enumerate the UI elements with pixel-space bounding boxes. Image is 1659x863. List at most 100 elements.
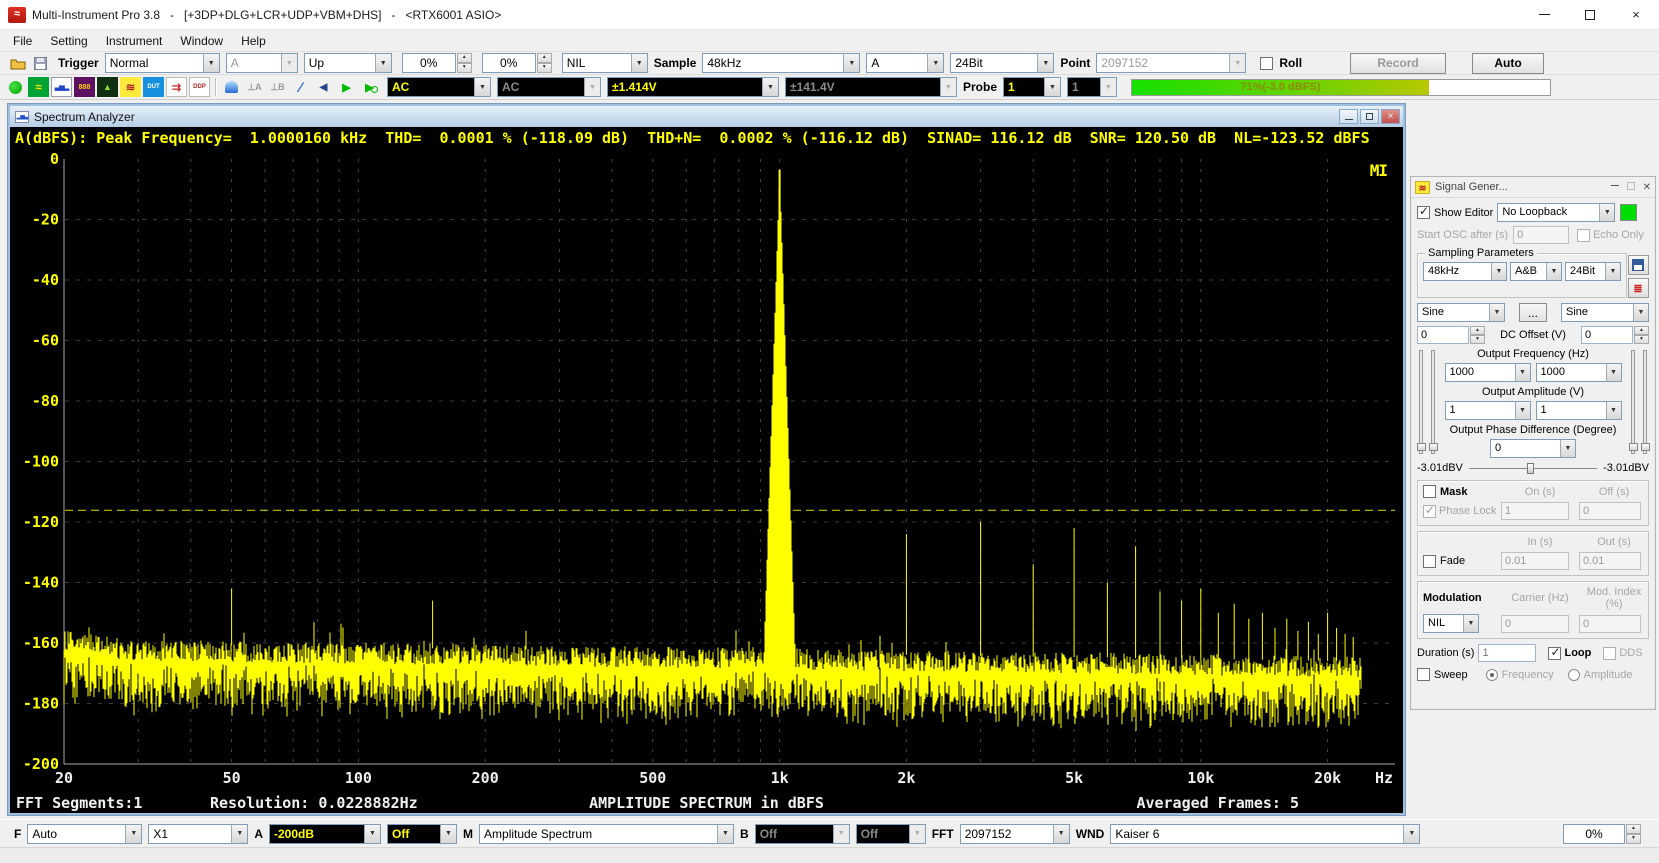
probe-a-select[interactable]: 1▼ (1003, 77, 1061, 97)
output-phase-select[interactable]: 0▼ (1490, 439, 1576, 458)
echo-only-checkbox (1577, 229, 1590, 242)
waveform-more-button[interactable]: ... (1519, 303, 1547, 322)
svg-text:-160: -160 (23, 634, 59, 652)
duration-input[interactable]: 1 (1478, 644, 1536, 662)
modulation-type-select[interactable]: NIL▼ (1423, 614, 1479, 633)
sound-card-icon[interactable]: ◀ (313, 77, 334, 97)
siggen-close-button[interactable]: ✕ (1643, 182, 1651, 193)
dc-offset-b-input[interactable]: 0 (1581, 326, 1633, 344)
waveform-a-select[interactable]: Sine▼ (1417, 303, 1505, 322)
sweep-label: Sweep (1434, 669, 1468, 681)
output-frequency-a-select[interactable]: 1000▼ (1445, 363, 1531, 382)
auto-button[interactable]: Auto (1472, 53, 1544, 74)
mask-checkbox[interactable] (1423, 485, 1436, 498)
signal-generator-icon[interactable]: ≈ (28, 77, 49, 97)
roll-checkbox[interactable] (1260, 57, 1273, 70)
point-count-select: 2097152▼ (1096, 53, 1246, 73)
multimeter-icon[interactable]: 888 (74, 77, 95, 97)
level-left-label: -3.01dBV (1417, 462, 1463, 474)
fade-checkbox[interactable] (1423, 555, 1436, 568)
spectrum-window-titlebar[interactable]: ▂▅▃ Spectrum Analyzer × (10, 106, 1403, 127)
close-button[interactable]: × (1613, 0, 1659, 29)
display-mode-select[interactable]: Amplitude Spectrum▼ (479, 824, 734, 844)
overlap-spinner[interactable]: 0%▲▼ (1563, 824, 1641, 844)
sweep-checkbox[interactable] (1417, 668, 1430, 681)
menu-item-help[interactable]: Help (232, 32, 275, 50)
window-function-select[interactable]: Kaiser 6▼ (1110, 824, 1420, 844)
siggen-run-indicator[interactable] (1620, 204, 1637, 221)
amplitude-slider-b[interactable] (1643, 350, 1647, 454)
counter-icon[interactable] (221, 77, 242, 97)
menu-item-instrument[interactable]: Instrument (97, 32, 172, 50)
fft-size-select[interactable]: 2097152▼ (960, 824, 1070, 844)
siggen-minimize-button[interactable] (1611, 182, 1619, 193)
waveform-b-select[interactable]: Sine▼ (1561, 303, 1649, 322)
spectrum-plot[interactable]: 20501002005001k2k5k10k20kHz0-20-40-60-80… (10, 149, 1403, 794)
bit-depth-select[interactable]: 24Bit▼ (950, 53, 1054, 73)
maximize-button[interactable] (1567, 0, 1613, 29)
reference-b-icon[interactable]: ⊥B (267, 77, 288, 97)
frequency-axis-mode-select[interactable]: Auto▼ (27, 824, 142, 844)
siggen-maximize-button[interactable] (1627, 182, 1635, 193)
spectrum-minimize-button[interactable] (1339, 109, 1358, 124)
toolbar-separator (215, 78, 216, 96)
trigger-mode-select[interactable]: Normal▼ (105, 53, 220, 73)
data-logger-icon[interactable]: ≋ (120, 77, 141, 97)
siggen-bits-select[interactable]: 24Bit▼ (1565, 262, 1621, 281)
output-frequency-b-select[interactable]: 1000▼ (1536, 363, 1622, 382)
device-test-plan-icon[interactable]: ⇉ (166, 77, 187, 97)
open-file-icon[interactable] (7, 53, 28, 73)
frequency-slider-b[interactable] (1631, 350, 1635, 454)
siggen-channel-config-button[interactable]: ≣ (1628, 278, 1649, 298)
loop-checkbox[interactable] (1548, 647, 1561, 660)
input-level-meter: 71%(-3.0 dBFS) (1131, 79, 1551, 96)
menu-item-file[interactable]: File (4, 32, 41, 50)
amplitude-slider-a[interactable] (1419, 350, 1423, 454)
run-hold-icon[interactable]: ▶ (359, 77, 380, 97)
output-amplitude-b-select[interactable]: 1▼ (1536, 401, 1622, 420)
svg-text:-20: -20 (32, 211, 59, 229)
siggen-titlebar[interactable]: ≋ Signal Gener... ✕ (1411, 177, 1655, 198)
reference-a-icon[interactable]: ⊥A (244, 77, 265, 97)
run-icon[interactable]: ▶ (336, 77, 357, 97)
hpf-select[interactable]: NIL▼ (562, 53, 648, 73)
spectrum-3d-plot-icon[interactable]: ▲ (97, 77, 118, 97)
output-amplitude-a-select[interactable]: 1▼ (1445, 401, 1531, 420)
show-editor-checkbox[interactable] (1417, 206, 1430, 219)
trigger-delay-spinner[interactable]: 0%▲▼ (482, 53, 552, 73)
menu-item-window[interactable]: Window (171, 32, 232, 50)
minimize-button[interactable] (1521, 0, 1567, 29)
siggen-save-button[interactable] (1628, 255, 1649, 275)
spectrum-analyzer-icon[interactable]: ▃▅▂ (51, 77, 72, 97)
mod-index-input: 0 (1579, 615, 1641, 633)
dut-icon[interactable]: DUT (143, 77, 164, 97)
range-a-select[interactable]: ±1.414V▼ (607, 77, 779, 97)
spectrum-close-button[interactable]: × (1381, 109, 1400, 124)
trigger-level-spinner[interactable]: 0%▲▼ (402, 53, 472, 73)
spectrum-restore-button[interactable] (1360, 109, 1379, 124)
ddp-viewer-icon[interactable]: DDP (189, 77, 210, 97)
sample-rate-select[interactable]: 48kHz▼ (702, 53, 860, 73)
save-file-icon[interactable] (30, 53, 51, 73)
frequency-slider-a[interactable] (1431, 350, 1435, 454)
view-toolbar: F Auto▼ X1▼ A -200dB▼ Off▼ M Amplitude S… (0, 819, 1659, 847)
balance-slider[interactable] (1469, 462, 1597, 474)
sample-channel-select[interactable]: A▼ (866, 53, 944, 73)
siggen-sample-rate-select[interactable]: 48kHz▼ (1423, 262, 1507, 281)
level-meter-text: 71%(-3.0 dBFS) (1132, 81, 1429, 93)
menu-item-setting[interactable]: Setting (41, 32, 96, 50)
oscilloscope-icon[interactable] (5, 77, 26, 97)
calibration-icon[interactable]: ∕ (290, 77, 311, 97)
dc-offset-a-input[interactable]: 0 (1417, 326, 1469, 344)
a-mode-select[interactable]: Off▼ (387, 824, 457, 844)
range-b-select: ±141.4V▼ (785, 77, 957, 97)
trigger-edge-select[interactable]: Up▼ (304, 53, 392, 73)
a-range-select[interactable]: -200dB▼ (269, 824, 381, 844)
loopback-select[interactable]: No Loopback▼ (1497, 203, 1615, 222)
spectrum-window-icon: ▂▅▃ (15, 111, 29, 123)
siggen-channels-select[interactable]: A&B▼ (1510, 262, 1562, 281)
spectrum-chart[interactable]: 20501002005001k2k5k10k20kHz0-20-40-60-80… (10, 149, 1403, 794)
fade-in-input: 0.01 (1501, 552, 1569, 570)
x-multiplier-select[interactable]: X1▼ (148, 824, 248, 844)
coupling-a-select[interactable]: AC▼ (387, 77, 491, 97)
